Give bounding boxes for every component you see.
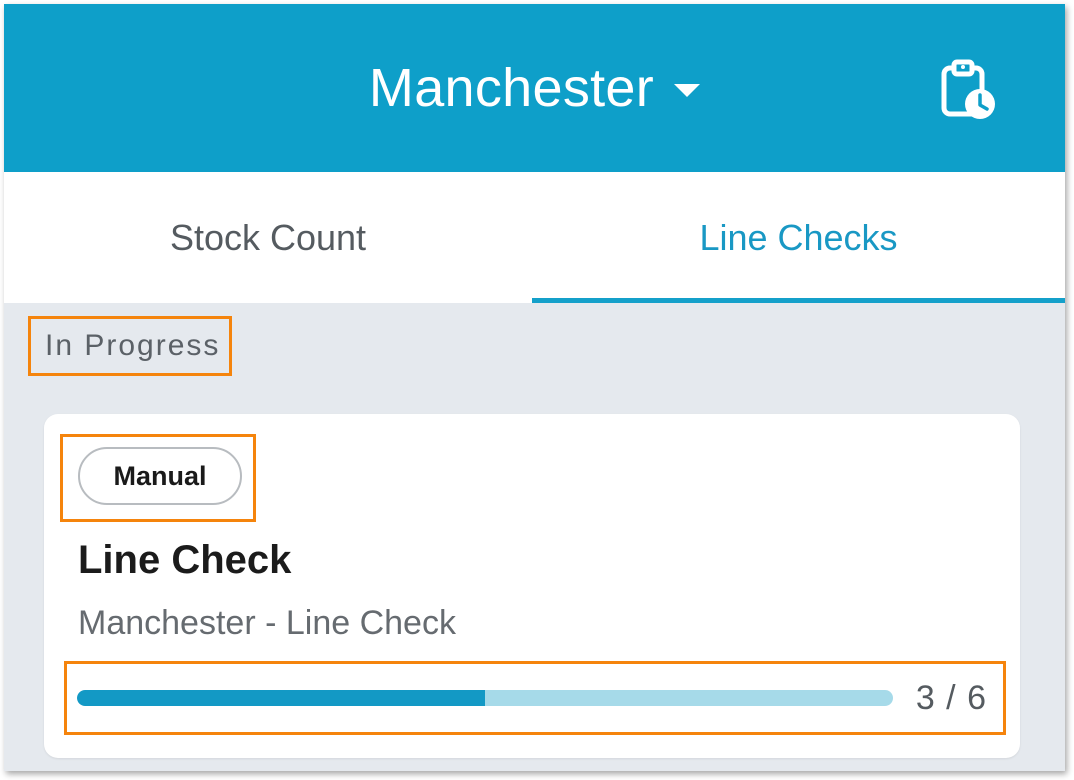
caret-down-icon (674, 83, 701, 97)
progress-bar-fill (77, 690, 485, 706)
manual-badge: Manual (78, 447, 242, 505)
clipboard-clock-icon (941, 59, 995, 119)
section-heading-in-progress: In Progress (28, 316, 232, 376)
progress-highlight: 3 / 6 (64, 661, 1006, 735)
card-title: Line Check (78, 538, 292, 582)
line-check-card[interactable]: Manual Line Check Manchester - Line Chec… (44, 414, 1020, 758)
card-subtitle: Manchester - Line Check (78, 604, 456, 642)
location-label: Manchester (368, 58, 655, 118)
tab-bar: Stock Count Line Checks (4, 172, 1065, 303)
progress-count: 3 / 6 (915, 678, 987, 717)
tab-stock-count[interactable]: Stock Count (4, 172, 532, 303)
location-selector[interactable]: Manchester (4, 4, 1065, 172)
progress-bar (77, 690, 893, 706)
app-screen: Manchester Stock Count Line Checks In Pr… (4, 4, 1065, 771)
history-button[interactable] (928, 50, 1008, 130)
app-header: Manchester (4, 4, 1065, 172)
badge-highlight: Manual (60, 434, 256, 522)
tab-line-checks[interactable]: Line Checks (532, 172, 1065, 303)
active-tab-indicator (532, 298, 1065, 303)
